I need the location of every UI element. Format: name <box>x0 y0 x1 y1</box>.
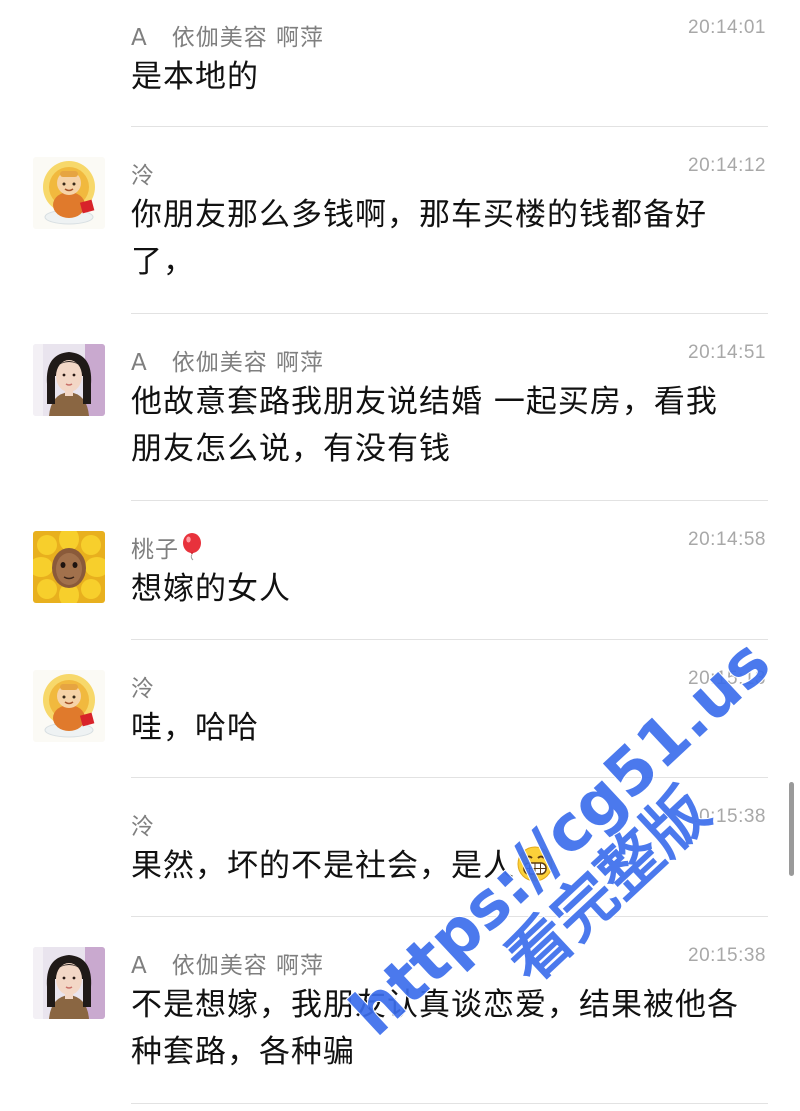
message-item[interactable]: A 依伽美容 啊萍 20:14:51 他故意套路我朋友说结婚 一起买房，看我朋友… <box>0 314 800 501</box>
message-item[interactable]: A 依伽美容 啊萍 20:15:38 不是想嫁，我朋友认真谈恋爱，结果被他各种套… <box>0 917 800 1111</box>
message-text-content: 果然，坏的不是社会，是人 <box>131 848 515 884</box>
sender-name: A 依伽美容 啊萍 <box>131 25 325 51</box>
sunflower-face-avatar[interactable] <box>33 531 105 603</box>
woman-photo-avatar[interactable] <box>33 947 105 1019</box>
message-text: 想嫁的女人 <box>131 571 291 607</box>
sender-name: 泠 <box>131 163 155 189</box>
message-time: 20:15:13 <box>688 668 766 689</box>
message-time: 20:14:58 <box>688 529 766 550</box>
sender-name: A 依伽美容 啊萍 <box>131 350 325 376</box>
buddha-cartoon-avatar[interactable] <box>33 670 105 742</box>
message-time: 20:14:12 <box>688 155 766 176</box>
message-item[interactable]: 泠 20:15:38 果然，坏的不是社会，是人 <box>0 778 800 917</box>
red-balloon-icon <box>181 533 203 567</box>
sender-name: 桃子 <box>131 530 203 567</box>
message-item[interactable]: 泠 20:15:13 哇，哈哈 <box>0 640 800 778</box>
sender-name: A 依伽美容 啊萍 <box>131 953 325 979</box>
buddha-cartoon-avatar[interactable] <box>33 157 105 229</box>
message-text: 他故意套路我朋友说结婚 一起买房，看我朋友怎么说，有没有钱 <box>131 384 718 467</box>
message-time: 20:15:38 <box>688 945 766 966</box>
chat-history-screen: A 依伽美容 啊萍 20:14:01 是本地的 泠 20:14:12 你朋友那么… <box>0 0 800 1111</box>
message-text: 是本地的 <box>131 59 259 95</box>
sender-name: 泠 <box>131 814 155 840</box>
message-item[interactable]: 泠 20:14:12 你朋友那么多钱啊，那车买楼的钱都备好了， <box>0 127 800 314</box>
grinning-face-emoji <box>517 846 553 896</box>
sender-name: 泠 <box>131 676 155 702</box>
sender-name-text: 桃子 <box>131 537 179 563</box>
message-text: 不是想嫁，我朋友认真谈恋爱，结果被他各种套路，各种骗 <box>131 987 739 1070</box>
message-item[interactable]: 桃子 20:14:58 想嫁的女人 <box>0 501 800 640</box>
woman-photo-avatar[interactable] <box>33 344 105 416</box>
message-time: 20:14:01 <box>688 17 766 38</box>
divider <box>131 1103 768 1104</box>
message-text: 你朋友那么多钱啊，那车买楼的钱都备好了， <box>131 197 707 280</box>
message-time: 20:14:51 <box>688 342 766 363</box>
message-item[interactable]: A 依伽美容 啊萍 20:14:01 是本地的 <box>0 0 800 127</box>
message-text: 哇，哈哈 <box>131 710 259 746</box>
scrollbar-thumb[interactable] <box>789 782 794 876</box>
message-text: 果然，坏的不是社会，是人 <box>131 843 741 896</box>
message-time: 20:15:38 <box>688 806 766 827</box>
